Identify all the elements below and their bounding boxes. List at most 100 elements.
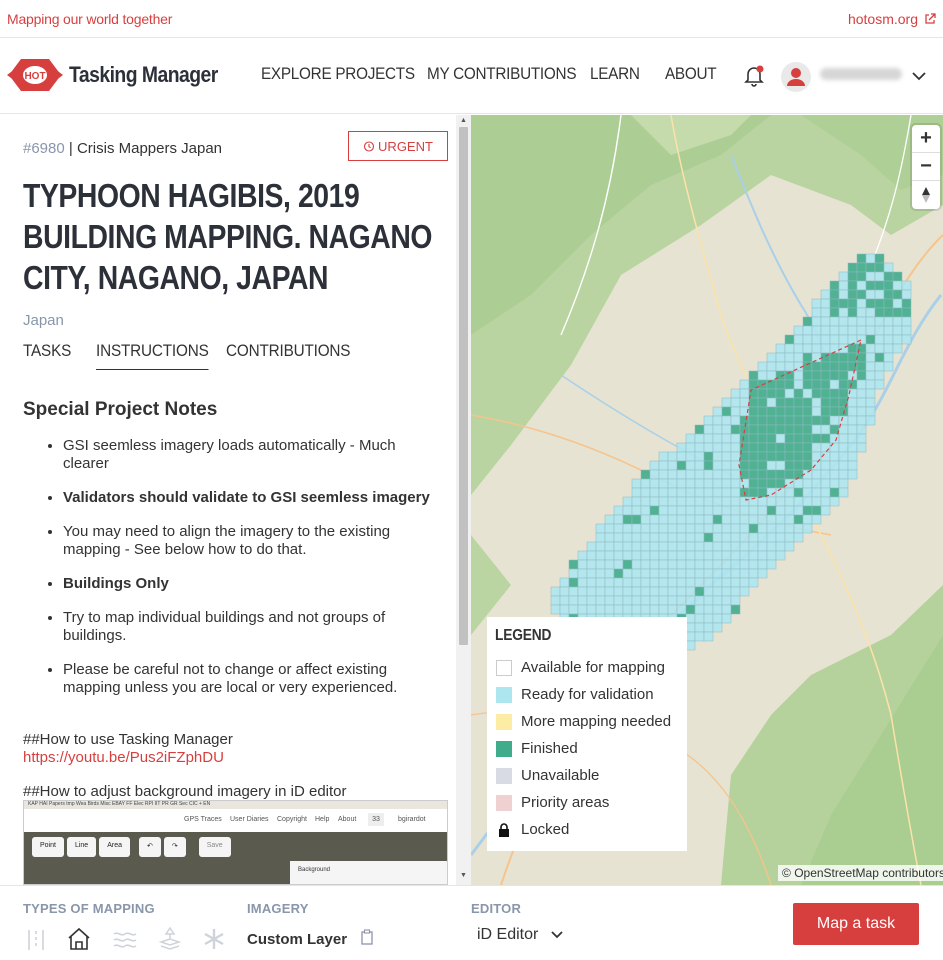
task-cell[interactable] bbox=[703, 523, 714, 534]
task-cell[interactable] bbox=[622, 586, 633, 597]
nav-about[interactable]: ABOUT bbox=[665, 64, 717, 84]
task-cell[interactable] bbox=[712, 586, 723, 597]
task-cell[interactable] bbox=[748, 541, 759, 552]
task-cell[interactable] bbox=[766, 514, 777, 525]
task-cell[interactable] bbox=[820, 307, 831, 318]
task-cell[interactable] bbox=[874, 316, 885, 327]
task-cell[interactable] bbox=[622, 523, 633, 534]
task-cell[interactable] bbox=[748, 532, 759, 543]
task-cell[interactable] bbox=[739, 559, 750, 570]
task-cell[interactable] bbox=[631, 541, 642, 552]
task-cell[interactable] bbox=[856, 316, 867, 327]
task-cell[interactable] bbox=[784, 415, 795, 426]
notifications-button[interactable] bbox=[744, 65, 764, 92]
task-cell[interactable] bbox=[784, 505, 795, 516]
task-cell[interactable] bbox=[775, 361, 786, 372]
task-cell[interactable] bbox=[748, 469, 759, 480]
scroll-thumb[interactable] bbox=[459, 127, 468, 645]
task-cell[interactable] bbox=[775, 442, 786, 453]
task-cell[interactable] bbox=[811, 496, 822, 507]
task-cell[interactable] bbox=[766, 505, 777, 516]
task-cell[interactable] bbox=[766, 451, 777, 462]
task-cell[interactable] bbox=[865, 289, 876, 300]
task-cell[interactable] bbox=[820, 469, 831, 480]
task-cell[interactable] bbox=[865, 298, 876, 309]
task-cell[interactable] bbox=[658, 487, 669, 498]
task-cell[interactable] bbox=[793, 370, 804, 381]
task-cell[interactable] bbox=[829, 280, 840, 291]
task-cell[interactable] bbox=[703, 433, 714, 444]
task-cell[interactable] bbox=[847, 415, 858, 426]
task-cell[interactable] bbox=[622, 505, 633, 516]
task-cell[interactable] bbox=[874, 271, 885, 282]
task-cell[interactable] bbox=[622, 514, 633, 525]
task-cell[interactable] bbox=[847, 406, 858, 417]
task-cell[interactable] bbox=[829, 325, 840, 336]
task-cell[interactable] bbox=[757, 370, 768, 381]
task-cell[interactable] bbox=[739, 577, 750, 588]
task-cell[interactable] bbox=[775, 397, 786, 408]
task-cell[interactable] bbox=[784, 496, 795, 507]
task-cell[interactable] bbox=[829, 289, 840, 300]
task-cell[interactable] bbox=[784, 334, 795, 345]
task-cell[interactable] bbox=[865, 307, 876, 318]
task-cell[interactable] bbox=[820, 415, 831, 426]
task-cell[interactable] bbox=[820, 289, 831, 300]
task-cell[interactable] bbox=[577, 568, 588, 579]
task-cell[interactable] bbox=[739, 397, 750, 408]
task-cell[interactable] bbox=[865, 334, 876, 345]
task-cell[interactable] bbox=[703, 613, 714, 624]
task-cell[interactable] bbox=[730, 496, 741, 507]
task-cell[interactable] bbox=[811, 460, 822, 471]
task-cell[interactable] bbox=[703, 514, 714, 525]
task-cell[interactable] bbox=[811, 514, 822, 525]
task-cell[interactable] bbox=[586, 541, 597, 552]
task-cell[interactable] bbox=[856, 361, 867, 372]
task-cell[interactable] bbox=[721, 397, 732, 408]
task-cell[interactable] bbox=[721, 568, 732, 579]
task-cell[interactable] bbox=[658, 523, 669, 534]
task-cell[interactable] bbox=[892, 298, 903, 309]
task-cell[interactable] bbox=[793, 460, 804, 471]
task-cell[interactable] bbox=[694, 604, 705, 615]
task-cell[interactable] bbox=[829, 496, 840, 507]
task-cell[interactable] bbox=[649, 577, 660, 588]
task-cell[interactable] bbox=[748, 523, 759, 534]
task-cell[interactable] bbox=[721, 478, 732, 489]
task-cell[interactable] bbox=[802, 514, 813, 525]
task-cell[interactable] bbox=[703, 469, 714, 480]
task-cell[interactable] bbox=[757, 469, 768, 480]
task-cell[interactable] bbox=[577, 586, 588, 597]
task-cell[interactable] bbox=[802, 460, 813, 471]
task-cell[interactable] bbox=[748, 514, 759, 525]
task-cell[interactable] bbox=[856, 289, 867, 300]
task-cell[interactable] bbox=[640, 532, 651, 543]
task-cell[interactable] bbox=[802, 415, 813, 426]
task-cell[interactable] bbox=[892, 325, 903, 336]
task-cell[interactable] bbox=[712, 550, 723, 561]
task-cell[interactable] bbox=[766, 532, 777, 543]
task-cell[interactable] bbox=[739, 514, 750, 525]
task-cell[interactable] bbox=[676, 568, 687, 579]
task-cell[interactable] bbox=[730, 433, 741, 444]
task-cell[interactable] bbox=[748, 442, 759, 453]
task-cell[interactable] bbox=[685, 505, 696, 516]
task-cell[interactable] bbox=[757, 505, 768, 516]
task-cell[interactable] bbox=[802, 442, 813, 453]
task-cell[interactable] bbox=[586, 559, 597, 570]
task-cell[interactable] bbox=[649, 532, 660, 543]
task-cell[interactable] bbox=[685, 550, 696, 561]
task-cell[interactable] bbox=[856, 271, 867, 282]
task-cell[interactable] bbox=[631, 559, 642, 570]
task-cell[interactable] bbox=[649, 505, 660, 516]
task-cell[interactable] bbox=[694, 505, 705, 516]
task-cell[interactable] bbox=[712, 622, 723, 633]
task-cell[interactable] bbox=[712, 568, 723, 579]
task-cell[interactable] bbox=[775, 388, 786, 399]
task-cell[interactable] bbox=[586, 568, 597, 579]
task-cell[interactable] bbox=[676, 604, 687, 615]
task-cell[interactable] bbox=[694, 568, 705, 579]
task-cell[interactable] bbox=[694, 532, 705, 543]
task-cell[interactable] bbox=[739, 415, 750, 426]
task-cell[interactable] bbox=[847, 307, 858, 318]
